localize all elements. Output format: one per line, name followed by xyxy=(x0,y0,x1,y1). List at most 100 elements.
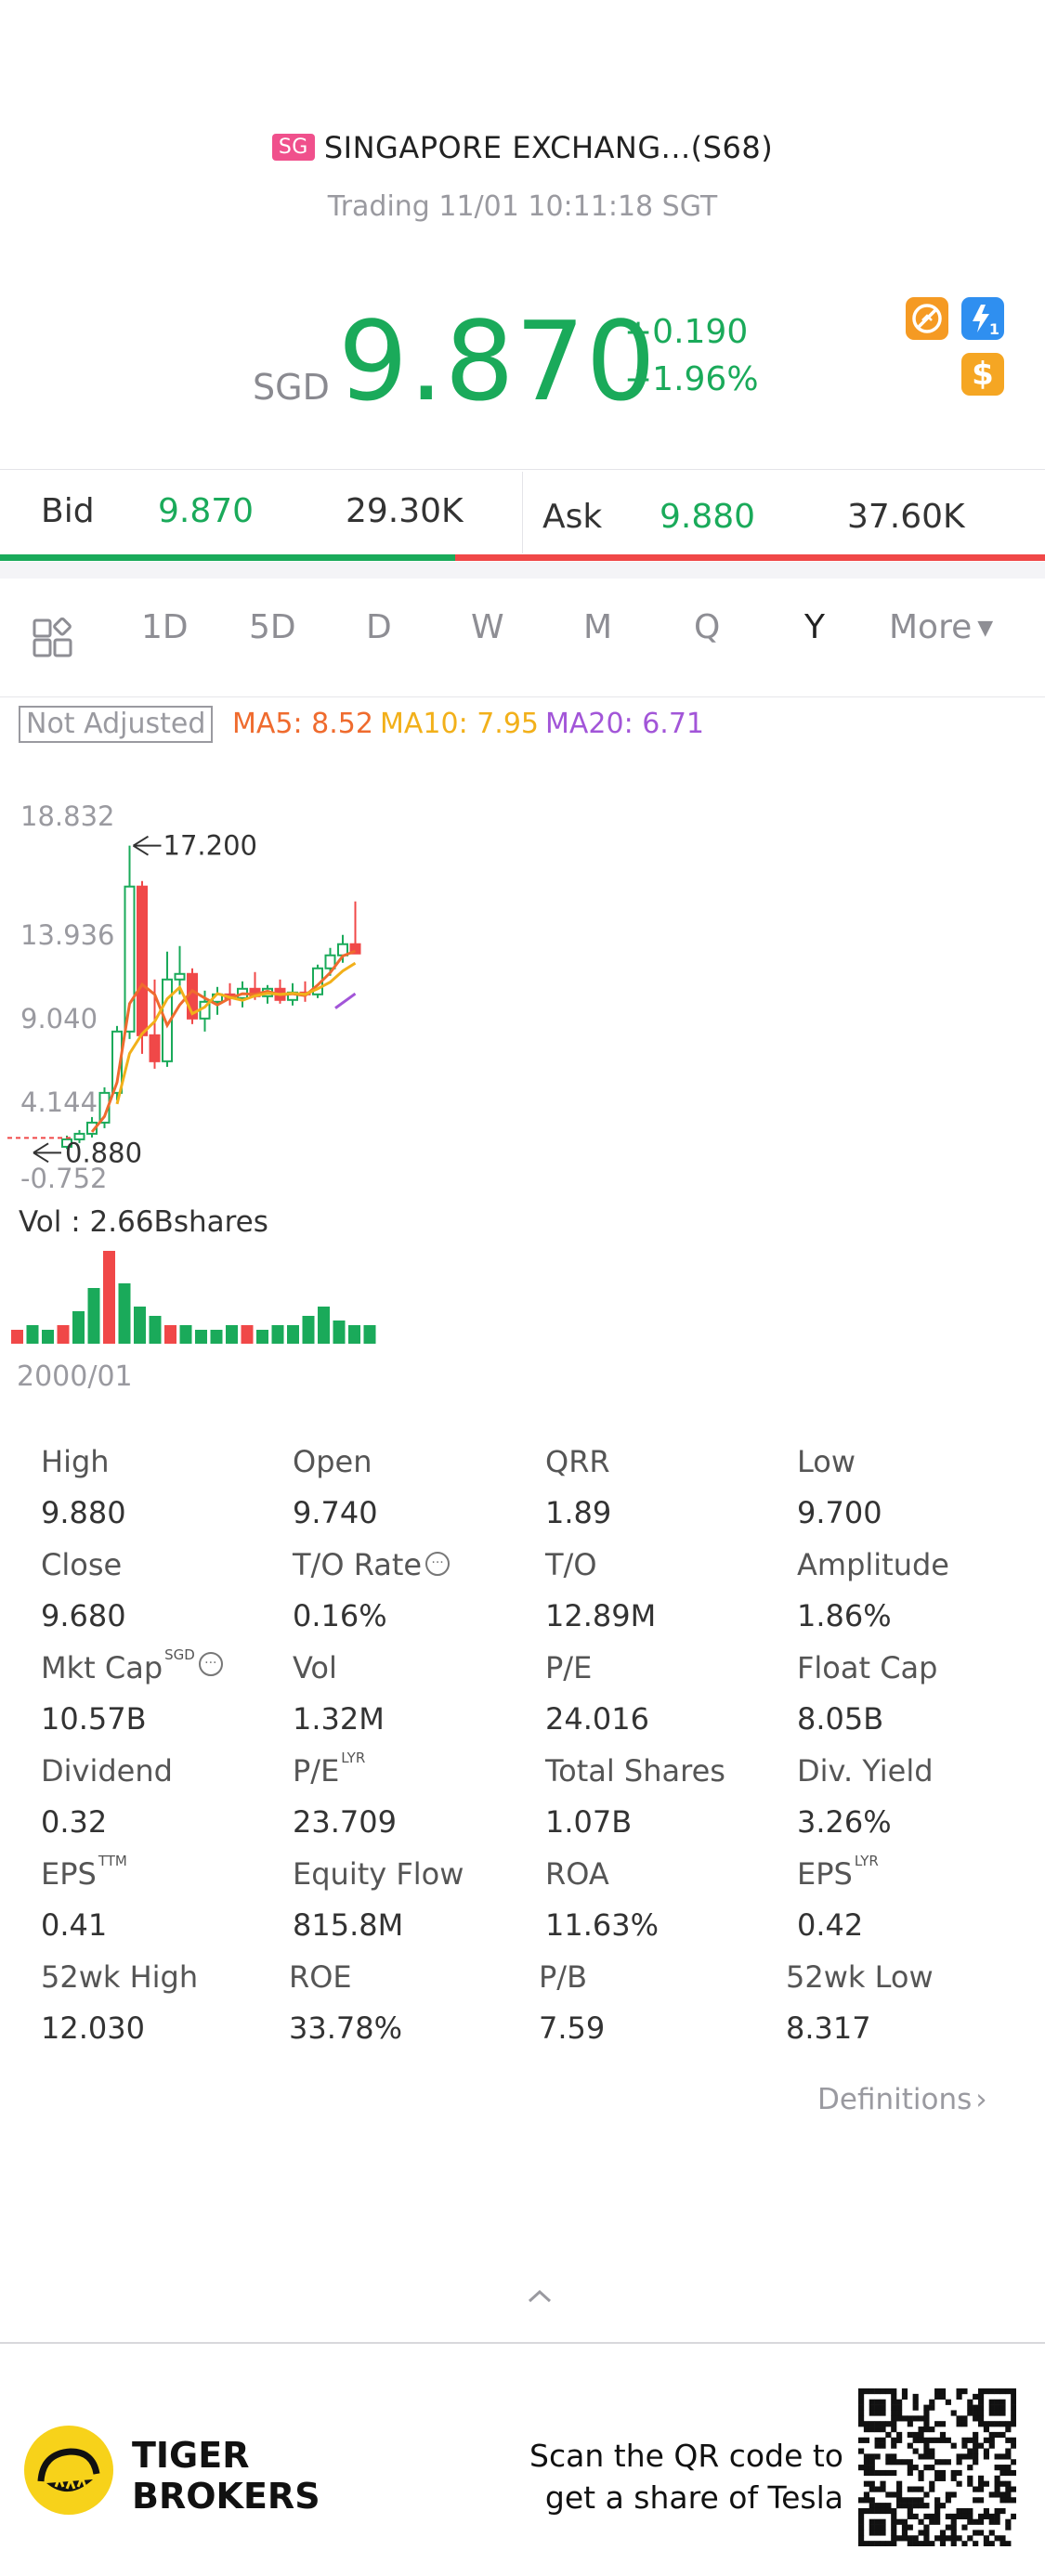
qr-module xyxy=(858,2513,865,2519)
stat-value: 7.59 xyxy=(539,2010,606,2046)
stat-value: 0.32 xyxy=(41,1804,108,1840)
bid-price: 9.870 xyxy=(158,492,255,530)
qr-module xyxy=(973,2415,979,2422)
qr-module xyxy=(967,2465,973,2471)
stat-label-text: ROE xyxy=(289,1959,352,1995)
tab-y[interactable]: Y xyxy=(804,608,825,646)
qr-module xyxy=(912,2541,919,2546)
volume-bar xyxy=(256,1330,268,1344)
stat-value: 1.32M xyxy=(293,1701,385,1737)
qr-module xyxy=(858,2507,865,2515)
ask-size: 37.60K xyxy=(847,498,965,536)
qr-module xyxy=(896,2399,903,2405)
volume-bar xyxy=(318,1307,330,1344)
ma20-line xyxy=(334,992,357,1009)
qr-module xyxy=(863,2465,870,2471)
qr-module xyxy=(880,2410,886,2416)
qr-module xyxy=(999,2404,1006,2411)
volume-chart[interactable] xyxy=(0,1240,409,1347)
qr-module xyxy=(977,2415,985,2422)
qr-module xyxy=(880,2421,886,2427)
qr-module xyxy=(891,2404,897,2411)
x-axis-label: 2000/01 xyxy=(17,1360,133,1393)
volume-bar xyxy=(363,1325,376,1344)
grid-layout-icon[interactable] xyxy=(32,617,74,664)
definitions-link[interactable]: Definitions › xyxy=(817,2083,987,2116)
qr-module xyxy=(977,2530,985,2536)
no-short-icon[interactable] xyxy=(906,297,948,340)
stat-label-text: Close xyxy=(41,1547,123,1582)
qr-module xyxy=(929,2437,935,2443)
tab-m[interactable]: M xyxy=(583,608,612,646)
qr-module xyxy=(934,2421,941,2427)
qr-module xyxy=(950,2530,957,2536)
stat-label: High xyxy=(41,1444,110,1479)
stat-value: 1.07B xyxy=(545,1804,633,1840)
qr-module xyxy=(961,2453,968,2460)
qr-module xyxy=(896,2459,903,2465)
qr-module xyxy=(945,2437,951,2443)
info-ellipsis-icon[interactable]: ··· xyxy=(198,1652,223,1676)
tab-1d[interactable]: 1D xyxy=(141,608,189,646)
volume-bar xyxy=(26,1325,39,1344)
qr-module xyxy=(858,2404,865,2411)
adjust-toggle[interactable]: Not Adjusted xyxy=(19,706,214,743)
stat-label: Open xyxy=(293,1444,372,1479)
qr-module xyxy=(1005,2453,1012,2460)
qr-module xyxy=(918,2415,924,2422)
chevron-up-icon[interactable] xyxy=(526,2286,554,2309)
candlestick-chart[interactable]: 17.200 0.880 xyxy=(0,799,409,1189)
qr-module xyxy=(999,2388,1006,2395)
info-ellipsis-icon[interactable]: ··· xyxy=(425,1552,451,1576)
qr-module xyxy=(869,2453,875,2460)
stat-label: Low xyxy=(797,1444,856,1479)
low-arrow-icon xyxy=(33,1142,61,1164)
qr-module xyxy=(1011,2404,1016,2411)
qr-module xyxy=(907,2469,913,2477)
qr-module xyxy=(891,2388,897,2395)
qr-module xyxy=(880,2399,886,2405)
qr-module xyxy=(912,2535,919,2542)
qr-module xyxy=(869,2530,875,2536)
stat-value: 9.680 xyxy=(41,1598,126,1633)
lightning-level1-icon[interactable]: 1 xyxy=(961,297,1004,340)
qr-module xyxy=(874,2541,881,2546)
tab-5d[interactable]: 5D xyxy=(249,608,296,646)
qr-module xyxy=(961,2388,968,2395)
qr-module xyxy=(983,2426,989,2433)
volume-bar xyxy=(57,1325,70,1344)
qr-module xyxy=(950,2469,957,2477)
stat-label: T/O Rate ··· xyxy=(293,1547,451,1582)
qr-module xyxy=(923,2491,930,2498)
qr-module xyxy=(999,2431,1006,2439)
ma5-value: MA5: 8.52 xyxy=(232,708,373,740)
qr-module xyxy=(858,2497,865,2504)
qr-module xyxy=(977,2513,985,2519)
qr-module xyxy=(967,2475,973,2481)
qr-module xyxy=(869,2541,875,2546)
stat-label-text: Div. Yield xyxy=(797,1753,934,1789)
tab-more[interactable]: More ▼ xyxy=(889,608,993,646)
volume-label: Vol : 2.66Bshares xyxy=(19,1205,268,1239)
qr-module xyxy=(891,2459,897,2465)
tab-q[interactable]: Q xyxy=(694,608,720,646)
qr-module xyxy=(885,2491,892,2498)
qr-module xyxy=(977,2399,985,2405)
stat-label: EPS LYR xyxy=(797,1853,879,1892)
tabs-divider xyxy=(0,696,1045,697)
qr-module xyxy=(973,2453,979,2460)
dollar-icon[interactable]: $ xyxy=(961,353,1004,396)
tab-d[interactable]: D xyxy=(366,608,392,646)
qr-module xyxy=(891,2507,897,2515)
qr-module xyxy=(863,2491,870,2498)
qr-module xyxy=(929,2426,935,2433)
tab-w[interactable]: W xyxy=(471,608,504,646)
qr-module xyxy=(950,2410,957,2416)
qr-module xyxy=(891,2415,897,2422)
qr-module xyxy=(950,2535,957,2542)
qr-module xyxy=(967,2399,973,2405)
qr-module xyxy=(950,2541,957,2546)
qr-module xyxy=(956,2507,962,2515)
qr-code xyxy=(858,2388,1016,2546)
qr-module xyxy=(977,2393,985,2400)
